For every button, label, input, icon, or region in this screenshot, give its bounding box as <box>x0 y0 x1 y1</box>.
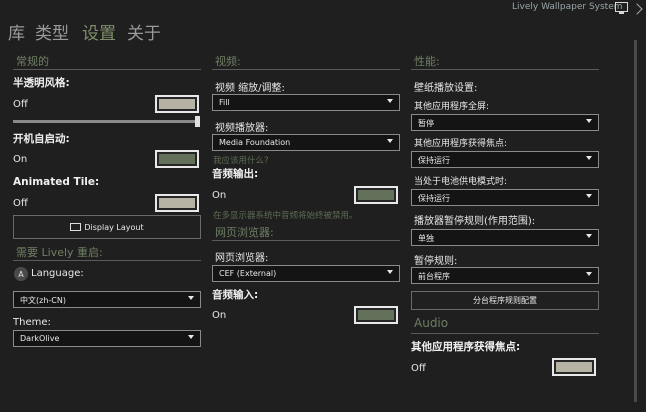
section-restart: 需要 Lively 重启: <box>16 246 103 259</box>
focus-label: 其他应用程序获得焦点: <box>414 139 508 149</box>
section-performance: 性能: <box>414 55 440 68</box>
battery-label: 当处于电池供电模式时: <box>414 177 508 187</box>
battery-select[interactable]: 保持运行 <box>411 189 599 206</box>
monitor-icon[interactable] <box>615 2 628 14</box>
divider <box>13 260 201 261</box>
scaling-select[interactable]: Fill <box>212 94 400 111</box>
chevron-down-icon <box>586 194 592 198</box>
animated-tile-label: Animated Tile: <box>13 176 100 188</box>
audio-focus-toggle[interactable] <box>552 358 596 376</box>
chevron-down-icon <box>586 272 592 276</box>
section-video: 视频: <box>215 55 241 68</box>
nav-settings[interactable]: 设置 <box>82 19 116 44</box>
rules-config-button[interactable]: 分台程序规则配置 <box>411 291 599 310</box>
chevron-right-icon[interactable] <box>631 3 643 15</box>
chevron-down-icon <box>586 156 592 160</box>
battery-select-value: 保持运行 <box>418 194 450 203</box>
fullscreen-select-value: 暂停 <box>418 119 434 128</box>
focus-select[interactable]: 保持运行 <box>411 151 599 168</box>
browser-label: 网页浏览器: <box>215 253 269 264</box>
focus-select-value: 保持运行 <box>418 156 450 165</box>
language-icon: A <box>14 267 28 281</box>
player-select[interactable]: Media Foundation <box>212 134 400 151</box>
startup-toggle[interactable] <box>155 150 199 168</box>
chevron-down-icon <box>188 335 194 339</box>
audio-output-toggle[interactable] <box>354 186 398 204</box>
language-select-value: 中文(zh-CN) <box>20 296 66 305</box>
scaling-label: 视频 缩放/调整: <box>215 83 285 94</box>
startup-value: On <box>13 154 28 165</box>
pause-rules-select[interactable]: 前台程序 <box>411 267 599 284</box>
player-select-value: Media Foundation <box>219 138 291 147</box>
theme-label: Theme: <box>13 317 51 328</box>
theme-select-value: DarkOlive <box>20 334 60 343</box>
divider <box>212 240 400 241</box>
divider <box>411 69 599 70</box>
section-general: 常规的 <box>16 55 49 68</box>
pause-rule-select[interactable]: 单独 <box>411 229 599 246</box>
divider <box>212 69 400 70</box>
animated-tile-toggle[interactable] <box>155 194 199 212</box>
chevron-down-icon <box>586 234 592 238</box>
transparency-toggle[interactable] <box>155 95 199 113</box>
audio-input-value: On <box>212 310 227 321</box>
nav-library[interactable]: 库 <box>8 19 25 44</box>
playback-settings-label: 壁纸播放设置: <box>414 83 478 94</box>
audio-output-value: On <box>212 190 227 201</box>
nav-about[interactable]: 关于 <box>127 19 161 44</box>
pause-rules-label: 暂停规则: <box>414 256 458 267</box>
chevron-down-icon <box>586 119 592 123</box>
chevron-down-icon <box>387 99 393 103</box>
browser-select-value: CEF (External) <box>219 269 277 278</box>
chevron-down-icon <box>387 139 393 143</box>
section-audio: Audio <box>414 316 449 330</box>
pause-rule-select-value: 单独 <box>418 234 434 243</box>
nav-types[interactable]: 类型 <box>35 19 69 44</box>
display-layout-label: Display Layout <box>84 222 144 232</box>
scrollbar[interactable] <box>634 40 637 402</box>
animated-tile-value: Off <box>13 198 28 209</box>
slider-thumb[interactable] <box>195 116 200 127</box>
audio-focus-value: Off <box>411 363 426 374</box>
theme-select[interactable]: DarkOlive <box>13 330 201 347</box>
transparency-slider[interactable] <box>13 120 199 123</box>
chevron-down-icon <box>387 270 393 274</box>
player-label: 视频播放器: <box>215 123 269 134</box>
divider <box>13 69 201 70</box>
transparency-value: Off <box>13 99 28 110</box>
audio-output-label: 音频输出: <box>212 168 259 180</box>
pause-rules-select-value: 前台程序 <box>418 272 450 281</box>
divider <box>411 333 599 334</box>
app-title: Lively Wallpaper System <box>512 2 623 12</box>
rules-config-label: 分台程序规则配置 <box>473 296 537 305</box>
scaling-select-value: Fill <box>219 98 230 107</box>
audio-input-label: 音频输入: <box>212 289 259 301</box>
section-web-browser: 网页浏览器: <box>215 226 274 239</box>
audio-input-toggle[interactable] <box>354 306 398 324</box>
fullscreen-label: 其他应用程序全屏: <box>414 102 490 112</box>
fullscreen-select[interactable]: 暂停 <box>411 114 599 131</box>
transparency-label: 半透明风格: <box>13 77 70 89</box>
browser-select[interactable]: CEF (External) <box>212 265 400 282</box>
pause-rule-label: 播放器暂停规则(作用范围): <box>414 216 536 227</box>
language-select[interactable]: 中文(zh-CN) <box>13 291 201 308</box>
language-label: Language: <box>31 268 84 279</box>
audio-hint: 在多显示器系统中音频将始终被禁用。 <box>213 211 358 221</box>
audio-focus-label: 其他应用程序获得焦点: <box>411 341 521 353</box>
chevron-down-icon <box>188 296 194 300</box>
startup-label: 开机自启动: <box>13 133 70 145</box>
monitor-icon <box>70 223 82 231</box>
display-layout-button[interactable]: Display Layout <box>13 215 201 239</box>
player-help-link[interactable]: 我应该用什么? <box>213 154 269 166</box>
